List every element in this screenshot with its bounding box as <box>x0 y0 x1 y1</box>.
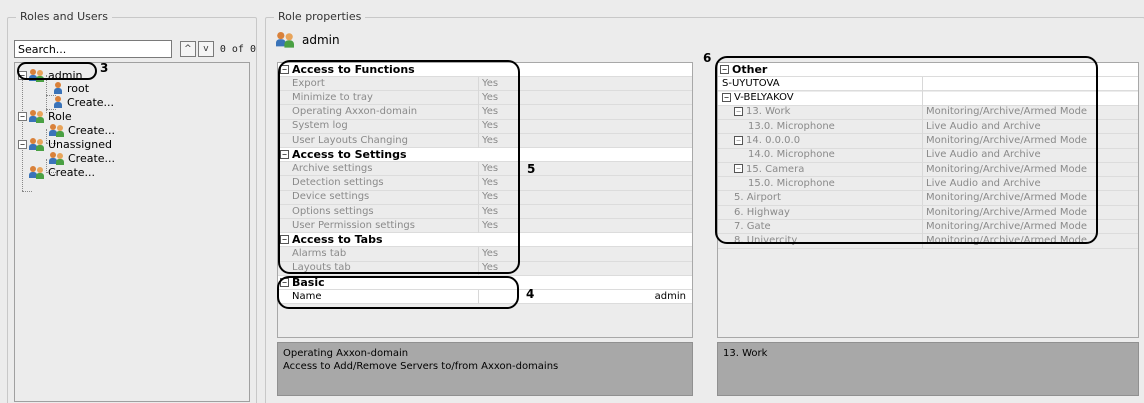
callout-number: 5 <box>527 162 536 176</box>
property-description: Operating Axxon-domain Access to Add/Rem… <box>277 342 693 396</box>
tree-item-label: Unassigned <box>48 137 112 151</box>
tree-item-role[interactable]: − Role <box>18 109 72 123</box>
search-counter: 0 of 0 <box>219 43 256 55</box>
tree-item-label: Create... <box>67 95 115 109</box>
tree-item-label: Role <box>48 109 72 123</box>
role-group-icon <box>276 32 300 51</box>
tree-item-create-role[interactable]: Create... <box>29 165 95 179</box>
collapse-icon[interactable]: − <box>18 111 27 121</box>
search-row: ^ v 0 of 0 <box>14 40 256 58</box>
role-group-icon <box>49 123 65 137</box>
role-group-icon <box>49 151 65 165</box>
collapse-icon[interactable]: − <box>18 139 27 149</box>
roles-tree: − admin root Create... − Role Create... … <box>14 62 250 402</box>
search-next-button[interactable]: v <box>197 41 214 57</box>
role-group-icon <box>29 137 45 151</box>
search-input[interactable] <box>14 40 172 58</box>
tree-item-label: Create... <box>68 123 116 137</box>
callout-ellipse <box>277 276 519 309</box>
tree-item-label: Create... <box>68 151 116 165</box>
callout-ellipse <box>715 56 1098 244</box>
chevron-down-icon: v <box>203 44 209 54</box>
tree-connector <box>22 75 23 191</box>
chevron-up-icon: ^ <box>184 44 192 54</box>
tree-item-create-user[interactable]: Create... <box>49 123 115 137</box>
role-name: admin <box>302 33 340 47</box>
callout-number: 6 <box>703 51 712 65</box>
description-title: 13. Work <box>723 348 768 359</box>
callout-ellipse <box>278 60 520 274</box>
tree-item-create-user[interactable]: Create... <box>49 151 115 165</box>
role-header: admin <box>276 32 340 48</box>
description-title: Operating Axxon-domain <box>283 348 409 359</box>
description-text: Access to Add/Remove Servers to/from Axx… <box>283 361 559 372</box>
tree-connector <box>22 191 32 192</box>
tree-item-label: Create... <box>48 165 96 179</box>
props-panel-title: Role properties <box>274 10 366 23</box>
callout-number: 4 <box>526 287 535 301</box>
user-icon <box>53 81 64 95</box>
device-description: 13. Work <box>717 342 1139 396</box>
search-prev-button[interactable]: ^ <box>179 41 196 57</box>
tree-item-root[interactable]: root <box>53 81 89 95</box>
tree-item-create-user[interactable]: Create... <box>53 95 114 109</box>
tree-item-unassigned[interactable]: − Unassigned <box>18 137 112 151</box>
role-group-icon <box>29 165 45 179</box>
callout-number: 3 <box>100 61 109 75</box>
tree-item-label: root <box>67 81 90 95</box>
roles-panel-title: Roles and Users <box>16 10 112 23</box>
role-group-icon <box>29 109 45 123</box>
user-icon <box>53 95 64 109</box>
callout-ellipse <box>17 62 97 80</box>
